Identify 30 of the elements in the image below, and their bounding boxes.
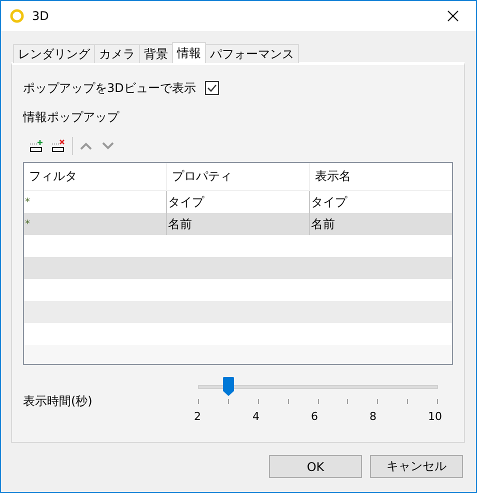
tick-label: 4: [252, 410, 260, 423]
tab[interactable]: パフォーマンス: [205, 44, 299, 63]
checkbox-label: ポップアップを3Dビューで表示: [23, 80, 196, 96]
tab[interactable]: 情報: [172, 42, 206, 63]
filter-cell: *: [25, 196, 30, 208]
close-icon[interactable]: [447, 10, 459, 22]
tab[interactable]: 背景: [139, 44, 173, 63]
tick-label: 10: [428, 410, 442, 423]
tab[interactable]: カメラ: [94, 44, 140, 63]
cross-icon[interactable]: [59, 139, 65, 145]
column-header[interactable]: フィルタ: [24, 163, 167, 190]
tick-label: 6: [311, 410, 318, 423]
section-label: 情報ポップアップ: [23, 109, 120, 126]
checkbox[interactable]: [204, 81, 219, 95]
slider-track[interactable]: [198, 377, 438, 399]
table-row[interactable]: * 名前 名前: [24, 213, 452, 235]
ring-icon: [10, 9, 24, 23]
window-title: 3D: [32, 9, 50, 23]
tab[interactable]: レンダリング: [13, 44, 95, 63]
chevron-up-icon[interactable]: [80, 142, 92, 150]
column-header[interactable]: 表示名: [310, 163, 452, 190]
ok-button[interactable]: OK: [269, 455, 362, 478]
column-header[interactable]: プロパティ: [167, 163, 310, 190]
tick-label: 2: [194, 410, 201, 423]
tick-label: 8: [370, 410, 376, 423]
filter-cell: *: [25, 218, 30, 230]
cancel-button[interactable]: キャンセル: [370, 455, 463, 478]
slider-thumb[interactable]: [223, 377, 234, 396]
slider-label: 表示時間(秒): [23, 393, 94, 410]
chevron-down-icon[interactable]: [102, 142, 114, 150]
